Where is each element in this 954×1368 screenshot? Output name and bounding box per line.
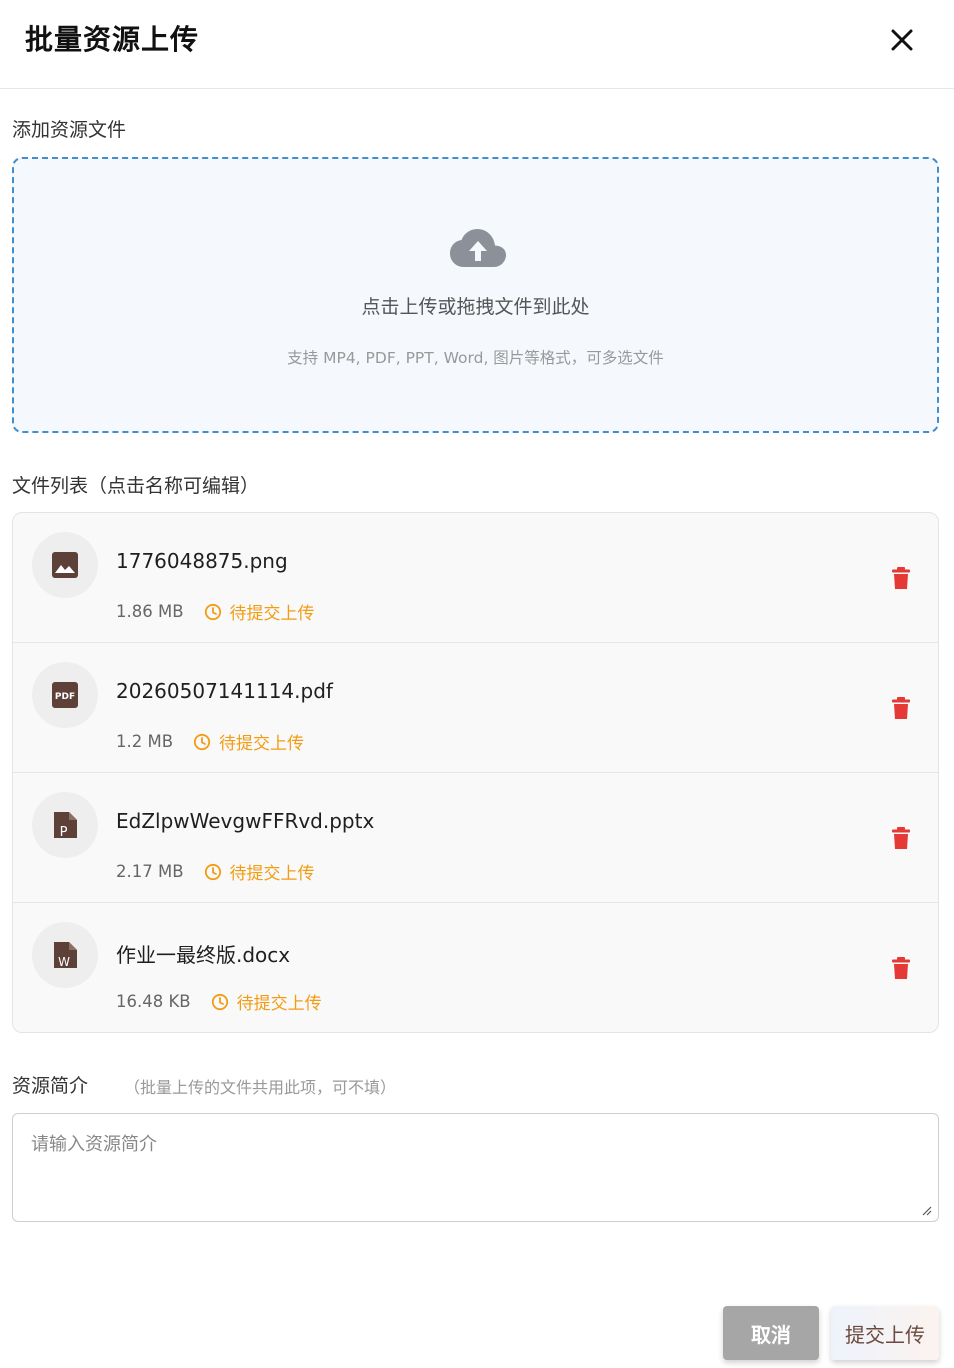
clock-icon <box>204 603 221 620</box>
ppt-file-icon: P <box>54 812 77 839</box>
status-text: 待提交上传 <box>236 994 322 1014</box>
resize-grip-icon[interactable] <box>920 1204 932 1216</box>
status-badge: 待提交上传 <box>204 599 315 624</box>
file-size: 2.17 MB <box>116 862 184 881</box>
delete-icon[interactable] <box>890 696 912 720</box>
file-icon-container: PDF <box>32 662 98 728</box>
file-meta: 1.2 MB 待提交上传 <box>116 729 304 754</box>
dialog-header: 批量资源上传 <box>0 0 954 89</box>
file-name[interactable]: EdZlpwWevgwFFRvd.pptx <box>116 809 374 833</box>
upload-format-hint: 支持 MP4, PDF, PPT, Word, 图片等格式，可多选文件 <box>287 349 664 367</box>
file-icon-container: W <box>32 922 98 988</box>
word-file-icon: W <box>54 942 77 969</box>
svg-text:PDF: PDF <box>55 692 75 702</box>
file-size: 1.86 MB <box>116 602 184 621</box>
file-row: P EdZlpwWevgwFFRvd.pptx 2.17 MB 待提交上传 <box>13 773 938 903</box>
upload-main-text: 点击上传或拖拽文件到此处 <box>361 296 590 318</box>
file-meta: 1.86 MB 待提交上传 <box>116 599 315 624</box>
status-text: 待提交上传 <box>219 734 305 754</box>
file-size: 16.48 KB <box>116 992 191 1011</box>
svg-text:W: W <box>58 955 70 969</box>
delete-icon[interactable] <box>890 956 912 980</box>
intro-label: 资源简介 <box>12 1075 89 1097</box>
image-file-icon <box>52 552 78 578</box>
close-icon[interactable] <box>884 22 920 58</box>
intro-textarea[interactable]: 请输入资源简介 <box>12 1113 939 1222</box>
file-icon-container <box>32 532 98 598</box>
status-text: 待提交上传 <box>229 604 315 624</box>
status-badge: 待提交上传 <box>204 859 315 884</box>
intro-placeholder: 请输入资源简介 <box>31 1134 157 1155</box>
file-size: 1.2 MB <box>116 732 174 751</box>
file-meta: 2.17 MB 待提交上传 <box>116 859 315 884</box>
cancel-button[interactable]: 取消 <box>723 1306 819 1360</box>
delete-icon[interactable] <box>890 826 912 850</box>
file-icon-container: P <box>32 792 98 858</box>
file-meta: 16.48 KB 待提交上传 <box>116 989 322 1014</box>
upload-dropzone[interactable]: 点击上传或拖拽文件到此处 支持 MP4, PDF, PPT, Word, 图片等… <box>12 157 939 433</box>
delete-icon[interactable] <box>890 566 912 590</box>
upload-section-label: 添加资源文件 <box>12 119 127 141</box>
status-text: 待提交上传 <box>229 864 315 884</box>
file-list: 1776048875.png 1.86 MB 待提交上传 PDF 2026050… <box>12 512 939 1033</box>
file-row: 1776048875.png 1.86 MB 待提交上传 <box>13 513 938 643</box>
intro-hint: （批量上传的文件共用此项，可不填） <box>124 1078 397 1097</box>
file-list-label: 文件列表（点击名称可编辑） <box>12 475 260 497</box>
file-name[interactable]: 作业一最终版.docx <box>116 939 290 968</box>
file-name[interactable]: 1776048875.png <box>116 549 288 573</box>
status-badge: 待提交上传 <box>211 989 322 1014</box>
file-name[interactable]: 20260507141114.pdf <box>116 679 333 703</box>
svg-text:P: P <box>60 825 68 839</box>
clock-icon <box>193 733 211 750</box>
file-row: PDF 20260507141114.pdf 1.2 MB 待提交上传 <box>13 643 938 773</box>
submit-upload-button[interactable]: 提交上传 <box>831 1306 939 1360</box>
cloud-upload-icon <box>450 229 506 267</box>
pdf-file-icon: PDF <box>52 682 78 708</box>
dialog-title: 批量资源上传 <box>25 23 200 56</box>
clock-icon <box>211 993 228 1010</box>
status-badge: 待提交上传 <box>193 729 304 754</box>
clock-icon <box>204 863 221 880</box>
file-row: W 作业一最终版.docx 16.48 KB 待提交上传 <box>13 903 938 1032</box>
